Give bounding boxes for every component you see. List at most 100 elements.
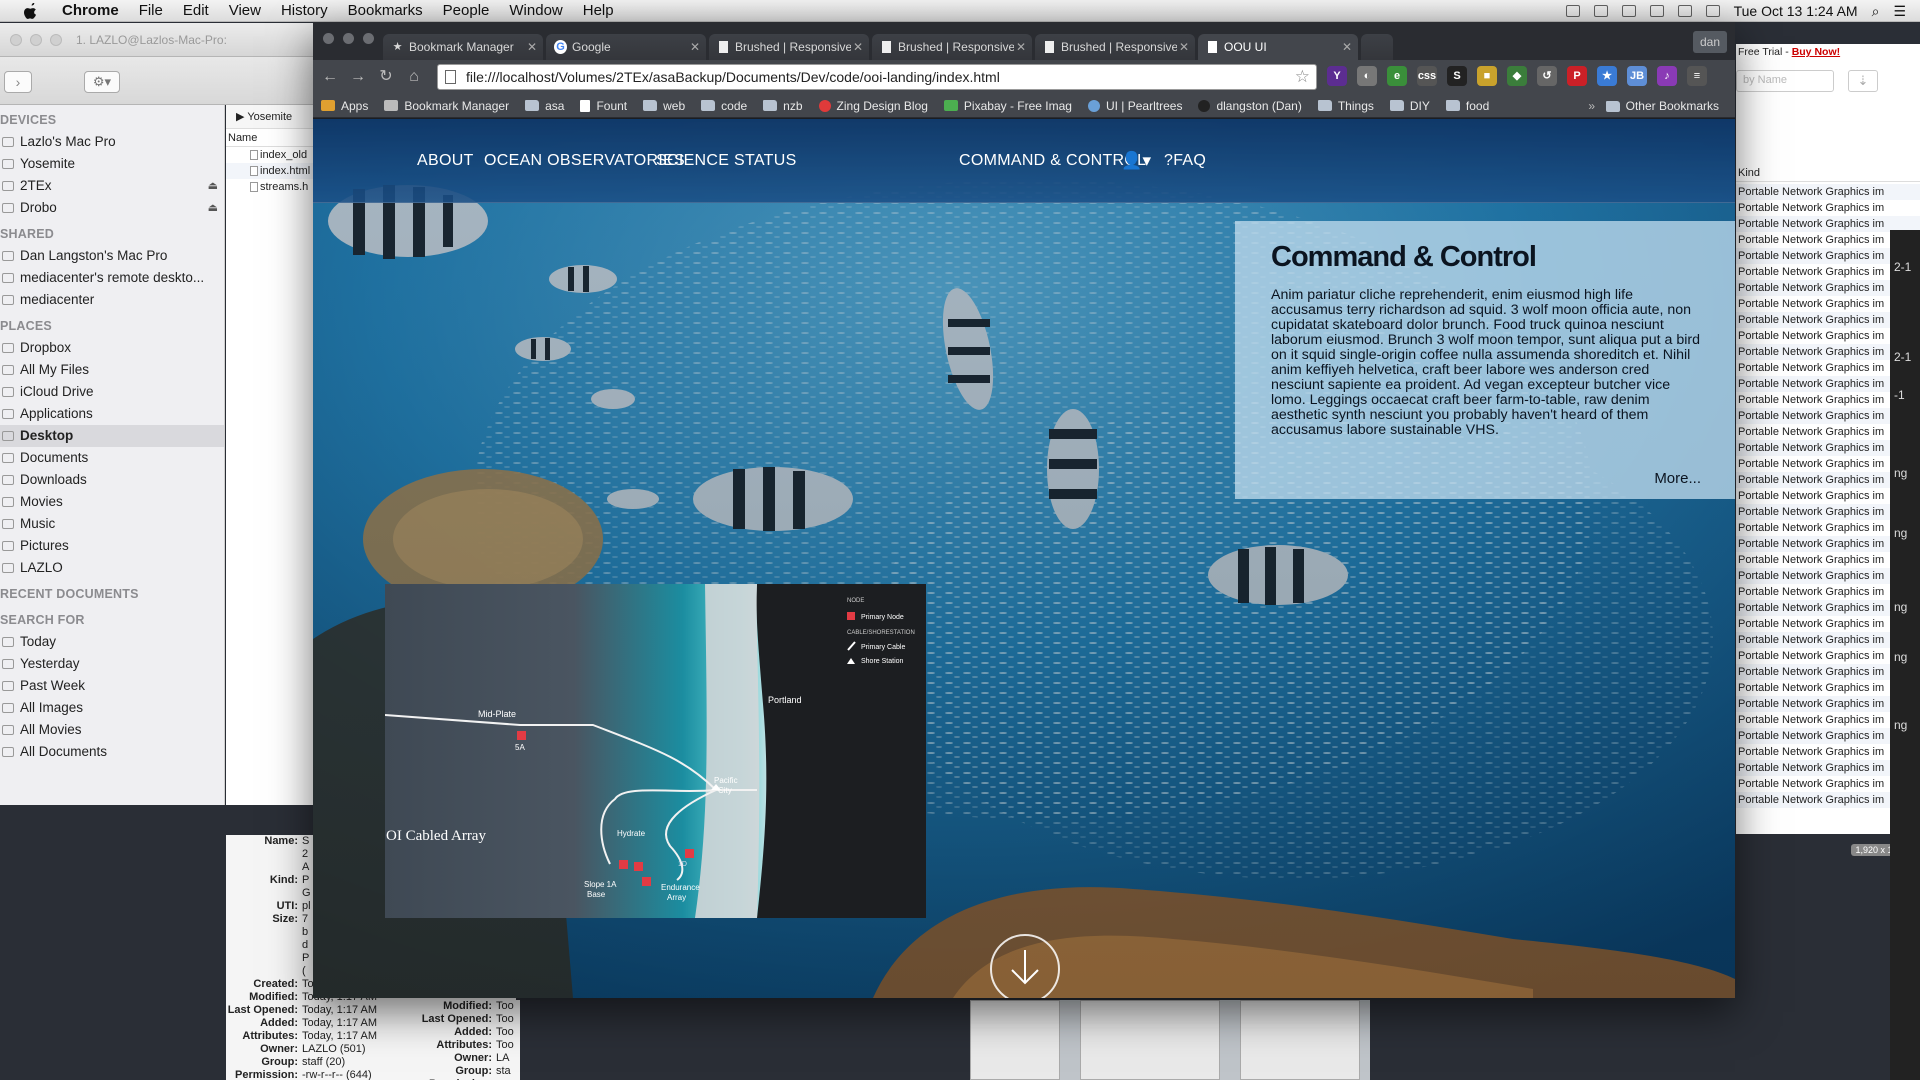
bookmark-item[interactable]: Pixabay - Free Imag bbox=[936, 94, 1080, 118]
address-bar[interactable]: file:///localhost/Volumes/2TEx/asaBackup… bbox=[437, 64, 1317, 90]
bookmark-item[interactable]: nzb bbox=[755, 94, 810, 118]
nav-user-menu[interactable]: 👤▾ bbox=[1121, 119, 1151, 203]
nav-ocean-observatories[interactable]: OCEAN OBSERVATORIES bbox=[484, 119, 685, 203]
action-gear-button[interactable]: ⚙▾ bbox=[84, 71, 120, 93]
sidebar-item-movies[interactable]: Movies bbox=[0, 491, 224, 513]
buy-now-link[interactable]: Buy Now! bbox=[1792, 46, 1840, 58]
sidebar-item-mediacenter[interactable]: mediacenter bbox=[0, 289, 224, 311]
forward-icon[interactable]: → bbox=[347, 66, 369, 88]
sidebar-item-drobo[interactable]: Drobo ⏏ bbox=[0, 197, 224, 219]
tab-oou-ui[interactable]: OOU UI ✕ bbox=[1198, 34, 1358, 60]
sidebar-item-lazlo[interactable]: LAZLO bbox=[0, 557, 224, 579]
download-icon[interactable]: ⇣ bbox=[1848, 70, 1878, 92]
sidebar-item-all-images[interactable]: All Images bbox=[0, 697, 224, 719]
new-tab-button[interactable] bbox=[1361, 34, 1393, 60]
sidebar-item-downloads[interactable]: Downloads bbox=[0, 469, 224, 491]
back-icon[interactable]: ← bbox=[319, 66, 341, 88]
extension-icon[interactable]: ♪ bbox=[1657, 66, 1677, 86]
sidebar-item-icloud[interactable]: iCloud Drive bbox=[0, 381, 224, 403]
sidebar-item-desktop[interactable]: Desktop bbox=[0, 425, 224, 447]
scroll-down-button[interactable] bbox=[990, 934, 1060, 998]
other-bookmarks[interactable]: Other Bookmarks bbox=[1598, 94, 1727, 118]
profile-button[interactable]: dan bbox=[1693, 31, 1727, 53]
cabled-array-map[interactable]: Mid-Plate 5A Portland Pacific City Hydra… bbox=[385, 584, 926, 918]
menubar-clock[interactable]: Tue Oct 13 1:24 AM bbox=[1734, 3, 1858, 19]
sidebar-item-remote-desktop[interactable]: mediacenter's remote deskto... bbox=[0, 267, 224, 289]
bookmark-item[interactable]: DIY bbox=[1382, 94, 1438, 118]
minimize-button[interactable] bbox=[343, 33, 354, 44]
sidebar-item-all-my-files[interactable]: All My Files bbox=[0, 359, 224, 381]
close-tab-icon[interactable]: ✕ bbox=[690, 34, 700, 60]
bookmark-item[interactable]: Fount bbox=[572, 94, 635, 118]
extension-icon[interactable]: ↺ bbox=[1537, 66, 1557, 86]
column-header-kind[interactable]: Kind bbox=[1736, 164, 1920, 182]
tab-brushed-1[interactable]: Brushed | Responsive One✕ bbox=[709, 34, 869, 60]
nav-faq[interactable]: ?FAQ bbox=[1164, 119, 1206, 203]
nav-science[interactable]: SCIENCE bbox=[656, 119, 729, 203]
close-button[interactable] bbox=[323, 33, 334, 44]
kind-row[interactable]: Portable Network Graphics im bbox=[1736, 184, 1920, 200]
extension-icon[interactable]: ◆ bbox=[1507, 66, 1527, 86]
sidebar-item-all-movies[interactable]: All Movies bbox=[0, 719, 224, 741]
bookmark-item[interactable]: Bookmark Manager bbox=[376, 94, 517, 118]
nav-command-control[interactable]: COMMAND & CONTROL bbox=[959, 119, 1146, 203]
sidebar-item-pictures[interactable]: Pictures bbox=[0, 535, 224, 557]
bookmark-item[interactable]: asa bbox=[517, 94, 572, 118]
menu-app-chrome[interactable]: Chrome bbox=[52, 2, 129, 19]
minimize-button[interactable] bbox=[30, 33, 42, 46]
volume-icon[interactable] bbox=[1677, 5, 1692, 17]
zoom-button[interactable] bbox=[363, 33, 374, 44]
nav-status[interactable]: STATUS bbox=[734, 119, 797, 203]
menu-help[interactable]: Help bbox=[573, 2, 624, 19]
tab-brushed-3[interactable]: Brushed | Responsive One✕ bbox=[1035, 34, 1195, 60]
tab-brushed-2[interactable]: Brushed | Responsive One✕ bbox=[872, 34, 1032, 60]
wifi-icon[interactable] bbox=[1705, 5, 1720, 17]
extension-icon[interactable]: e bbox=[1387, 66, 1407, 86]
bluetooth-icon[interactable] bbox=[1649, 5, 1664, 17]
sidebar-item-2tex[interactable]: 2TEx ⏏ bbox=[0, 175, 224, 197]
close-tab-icon[interactable]: ✕ bbox=[1179, 34, 1189, 60]
apple-icon[interactable] bbox=[20, 2, 42, 19]
menu-view[interactable]: View bbox=[219, 2, 271, 19]
close-tab-icon[interactable]: ✕ bbox=[527, 34, 537, 60]
sidebar-item-mac-pro[interactable]: Lazlo's Mac Pro bbox=[0, 131, 224, 153]
sidebar-item-all-documents[interactable]: All Documents bbox=[0, 741, 224, 763]
close-button[interactable] bbox=[10, 33, 22, 46]
forward-button[interactable]: › bbox=[4, 71, 32, 93]
extension-icon[interactable]: ★ bbox=[1597, 66, 1617, 86]
bookmark-item[interactable]: web bbox=[635, 94, 693, 118]
bookmark-item[interactable]: UI | Pearltrees bbox=[1080, 94, 1190, 118]
eject-icon[interactable]: ⏏ bbox=[208, 197, 218, 219]
close-tab-icon[interactable]: ✕ bbox=[1342, 34, 1352, 60]
zoom-button[interactable] bbox=[50, 33, 62, 46]
extension-icon[interactable]: ■ bbox=[1477, 66, 1497, 86]
sidebar-item-shared-mac[interactable]: Dan Langston's Mac Pro bbox=[0, 245, 224, 267]
more-link[interactable]: More... bbox=[1654, 470, 1701, 487]
sidebar-item-past-week[interactable]: Past Week bbox=[0, 675, 224, 697]
bookmark-item[interactable]: Things bbox=[1310, 94, 1382, 118]
home-icon[interactable]: ⌂ bbox=[403, 66, 425, 88]
dropbox-icon[interactable] bbox=[1593, 5, 1608, 17]
notification-center-icon[interactable]: ☰ bbox=[1893, 3, 1906, 20]
address-bar-url[interactable]: file:///localhost/Volumes/2TEx/asaBackup… bbox=[466, 69, 1000, 85]
extension-icon[interactable]: ◐ bbox=[1357, 66, 1377, 86]
menu-history[interactable]: History bbox=[271, 2, 338, 19]
extension-icon[interactable]: css bbox=[1417, 66, 1437, 86]
notification-icon[interactable] bbox=[1621, 5, 1636, 17]
bookmark-star-icon[interactable]: ☆ bbox=[1295, 65, 1310, 89]
sidebar-item-music[interactable]: Music bbox=[0, 513, 224, 535]
tab-bookmark-manager[interactable]: ★ Bookmark Manager ✕ bbox=[383, 34, 543, 60]
menu-window[interactable]: Window bbox=[499, 2, 572, 19]
close-tab-icon[interactable]: ✕ bbox=[1016, 34, 1026, 60]
extension-icon[interactable]: S bbox=[1447, 66, 1467, 86]
extension-icon[interactable]: ≡ bbox=[1687, 66, 1707, 86]
bookmark-item[interactable]: Apps bbox=[313, 94, 376, 118]
extension-icon[interactable]: Y bbox=[1327, 66, 1347, 86]
menu-edit[interactable]: Edit bbox=[173, 2, 219, 19]
display-icon[interactable] bbox=[1565, 5, 1580, 17]
sidebar-item-documents[interactable]: Documents bbox=[0, 447, 224, 469]
bookmark-item[interactable]: Zing Design Blog bbox=[811, 94, 936, 118]
bookmark-item[interactable]: food bbox=[1438, 94, 1497, 118]
close-tab-icon[interactable]: ✕ bbox=[853, 34, 863, 60]
nav-about[interactable]: ABOUT bbox=[417, 119, 474, 203]
